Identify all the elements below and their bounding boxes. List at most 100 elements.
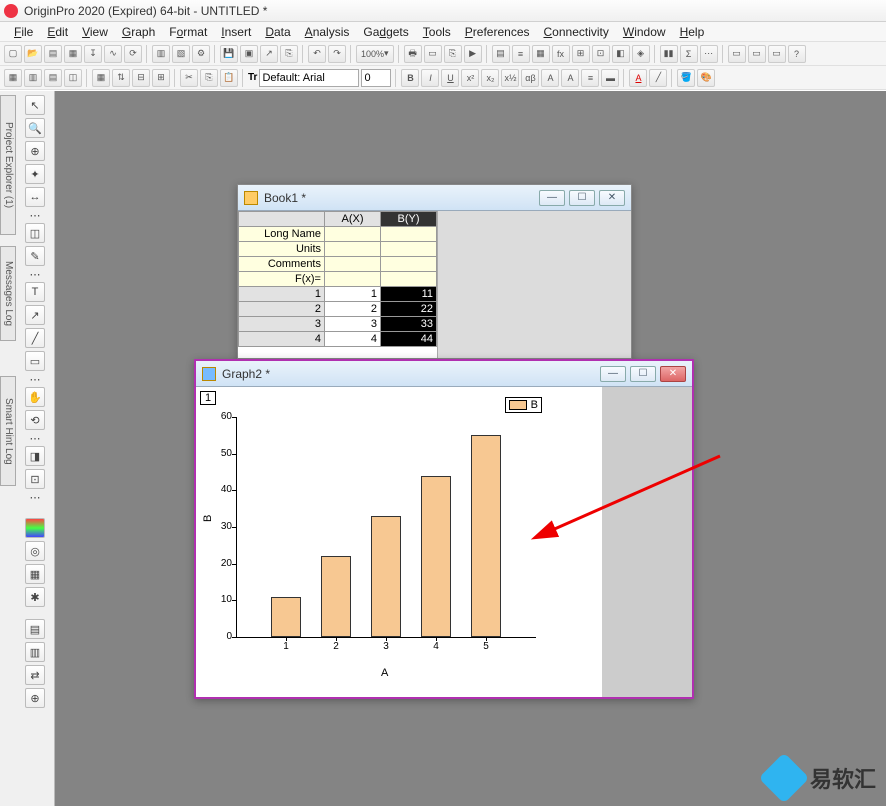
new-project-button[interactable]: ▢ bbox=[4, 45, 22, 63]
redo-button[interactable]: ↷ bbox=[328, 45, 346, 63]
notes-button[interactable]: ≡ bbox=[512, 45, 530, 63]
grid-button[interactable]: ▦ bbox=[92, 69, 110, 87]
link-tool[interactable]: ⊕ bbox=[25, 688, 45, 708]
3d-button[interactable]: ◈ bbox=[632, 45, 650, 63]
rect-tool[interactable]: ▭ bbox=[25, 351, 45, 371]
graph-window[interactable]: Graph2 * — ☐ ✕ 1 B B A 0102030405060 123… bbox=[194, 359, 694, 699]
graph-maximize-button[interactable]: ☐ bbox=[630, 366, 656, 382]
function-button[interactable]: fx bbox=[552, 45, 570, 63]
row-fx[interactable]: F(x)= bbox=[239, 272, 325, 287]
col-header-a[interactable]: A(X) bbox=[325, 212, 381, 227]
font-increase-button[interactable]: A bbox=[541, 69, 559, 87]
pan-tool[interactable]: ↔ bbox=[25, 187, 45, 207]
cell[interactable]: 4 bbox=[325, 332, 381, 347]
row-comments[interactable]: Comments bbox=[239, 257, 325, 272]
menu-edit[interactable]: Edit bbox=[41, 23, 74, 41]
print-button[interactable]: 🖶 bbox=[404, 45, 422, 63]
superscript-button[interactable]: x² bbox=[461, 69, 479, 87]
menu-data[interactable]: Data bbox=[259, 23, 296, 41]
labtalk-button[interactable]: ▭ bbox=[728, 45, 746, 63]
export-button[interactable]: ↗ bbox=[260, 45, 278, 63]
fill-color-button[interactable]: 🪣 bbox=[677, 69, 695, 87]
sort-button[interactable]: ⇅ bbox=[112, 69, 130, 87]
mask-button[interactable]: ◫ bbox=[64, 69, 82, 87]
palette-button[interactable]: 🎨 bbox=[697, 69, 715, 87]
layout-button[interactable]: ▤ bbox=[492, 45, 510, 63]
menu-insert[interactable]: Insert bbox=[215, 23, 257, 41]
hand-tool[interactable]: ✋ bbox=[25, 387, 45, 407]
menu-help[interactable]: Help bbox=[674, 23, 711, 41]
row-button[interactable]: ▤ bbox=[44, 69, 62, 87]
project-explorer-tab[interactable]: Project Explorer (1) bbox=[0, 95, 16, 235]
undo-button[interactable]: ↶ bbox=[308, 45, 326, 63]
bar[interactable] bbox=[421, 476, 451, 637]
pointer-tool[interactable]: ↖ bbox=[25, 95, 45, 115]
menu-file[interactable]: File bbox=[8, 23, 39, 41]
both-script-button[interactable]: x½ bbox=[501, 69, 519, 87]
save-button[interactable]: 💾 bbox=[220, 45, 238, 63]
underline-button[interactable]: U bbox=[441, 69, 459, 87]
bar[interactable] bbox=[321, 556, 351, 637]
menu-window[interactable]: Window bbox=[617, 23, 672, 41]
cell[interactable]: 33 bbox=[381, 317, 437, 332]
cut-button[interactable]: ✂ bbox=[180, 69, 198, 87]
region-tool[interactable]: ⊡ bbox=[25, 469, 45, 489]
greek-button[interactable]: αβ bbox=[521, 69, 539, 87]
video-button[interactable]: ▶ bbox=[464, 45, 482, 63]
open-template-button[interactable]: ▤ bbox=[44, 45, 62, 63]
color-button[interactable]: ◧ bbox=[612, 45, 630, 63]
help-button[interactable]: ? bbox=[788, 45, 806, 63]
refresh-button[interactable]: ⟳ bbox=[124, 45, 142, 63]
menu-view[interactable]: View bbox=[76, 23, 114, 41]
save-template-button[interactable]: ▣ bbox=[240, 45, 258, 63]
merge-button[interactable]: ⊟ bbox=[132, 69, 150, 87]
add-cols-button[interactable]: ▮▮ bbox=[660, 45, 678, 63]
import-button[interactable]: ↧ bbox=[84, 45, 102, 63]
line-tool[interactable]: ╱ bbox=[25, 328, 45, 348]
font-color-button[interactable]: A bbox=[629, 69, 647, 87]
extract-tool[interactable]: ▥ bbox=[25, 642, 45, 662]
menu-tools[interactable]: Tools bbox=[417, 23, 457, 41]
italic-button[interactable]: I bbox=[421, 69, 439, 87]
legend[interactable]: B bbox=[505, 397, 542, 413]
draw-tool[interactable]: ✎ bbox=[25, 246, 45, 266]
open-excel-button[interactable]: ▦ bbox=[64, 45, 82, 63]
text-tool[interactable]: T bbox=[25, 282, 45, 302]
swap-tool[interactable]: ⇄ bbox=[25, 665, 45, 685]
open-button[interactable]: 📂 bbox=[24, 45, 42, 63]
cell[interactable]: 2 bbox=[325, 302, 381, 317]
star-tool[interactable]: ✱ bbox=[25, 587, 45, 607]
duplicate-button[interactable]: ⎘ bbox=[444, 45, 462, 63]
grid-tool[interactable]: ▦ bbox=[25, 564, 45, 584]
col-header-b[interactable]: B(Y) bbox=[381, 212, 437, 227]
digitize-button[interactable]: ⊡ bbox=[592, 45, 610, 63]
code-button[interactable]: ▭ bbox=[768, 45, 786, 63]
workbook-titlebar[interactable]: Book1 * — ☐ ✕ bbox=[238, 185, 631, 211]
mask-tool[interactable]: ◨ bbox=[25, 446, 45, 466]
stats-button[interactable]: Σ bbox=[680, 45, 698, 63]
worksheet-grid[interactable]: A(X)B(Y) Long Name Units Comments F(x)= … bbox=[238, 211, 437, 358]
matrix-button[interactable]: ▦ bbox=[532, 45, 550, 63]
messages-log-tab[interactable]: Messages Log bbox=[0, 246, 16, 341]
graph-titlebar[interactable]: Graph2 * — ☐ ✕ bbox=[196, 361, 692, 387]
python-button[interactable]: ▭ bbox=[748, 45, 766, 63]
menu-graph[interactable]: Graph bbox=[116, 23, 161, 41]
cell[interactable]: 22 bbox=[381, 302, 437, 317]
workbook-close-button[interactable]: ✕ bbox=[599, 190, 625, 206]
apps-button[interactable]: ⊞ bbox=[572, 45, 590, 63]
rotate-tool[interactable]: ⟲ bbox=[25, 410, 45, 430]
workbook-maximize-button[interactable]: ☐ bbox=[569, 190, 595, 206]
cell[interactable]: 1 bbox=[325, 287, 381, 302]
recalc-button[interactable]: ⚙ bbox=[192, 45, 210, 63]
x-axis-label[interactable]: A bbox=[381, 667, 388, 679]
bar[interactable] bbox=[371, 516, 401, 637]
copy-button[interactable]: ⎘ bbox=[200, 69, 218, 87]
row-num[interactable]: 2 bbox=[239, 302, 325, 317]
palette-icon[interactable] bbox=[25, 518, 45, 538]
slide-button[interactable]: ▭ bbox=[424, 45, 442, 63]
batch-button[interactable]: ⎘ bbox=[280, 45, 298, 63]
workbook-minimize-button[interactable]: — bbox=[539, 190, 565, 206]
menu-analysis[interactable]: Analysis bbox=[299, 23, 356, 41]
worksheet-button[interactable]: ▦ bbox=[4, 69, 22, 87]
new-graph-button[interactable]: ▧ bbox=[172, 45, 190, 63]
